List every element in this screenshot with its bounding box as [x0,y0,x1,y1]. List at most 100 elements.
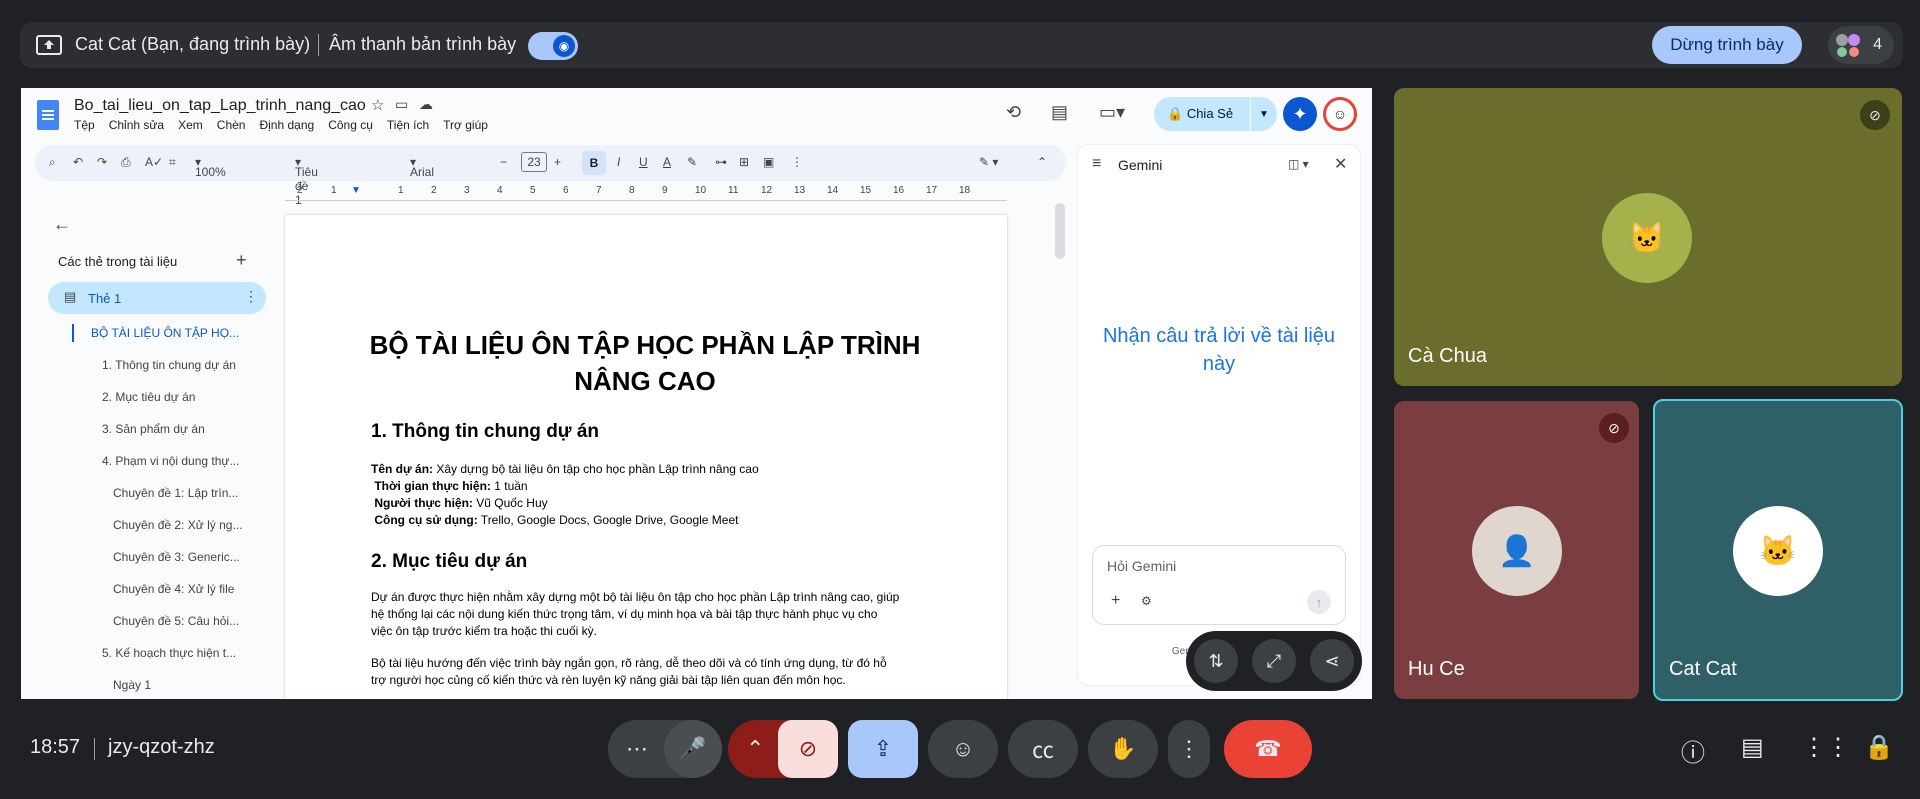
font-select[interactable]: Arial ▾ [410,155,434,179]
outline-item[interactable]: 3. Sản phẩm dự án [102,422,205,436]
add-tab-icon[interactable]: + [236,250,247,271]
highlight-icon[interactable]: ✎ [687,155,697,169]
gemini-prompt-suggestion[interactable]: Nhận câu trả lời về tài liệu này [1088,322,1350,378]
camera-options-icon[interactable]: ⌃ [746,736,764,762]
outline-item[interactable]: 5. Kế hoạch thực hiện t... [102,646,236,660]
present-screen-icon[interactable]: ⇪ [848,720,918,778]
captions-icon[interactable]: ㏄ [1008,720,1078,778]
menu-tools[interactable]: Công cụ [328,118,373,132]
insert-image-icon[interactable]: ▣ [763,155,774,169]
menu-insert[interactable]: Chèn [217,118,246,132]
history-icon[interactable]: ⟲ [1006,102,1021,123]
gemini-star-icon[interactable]: ✦ [1283,97,1317,131]
outline-item[interactable]: 1. Thông tin chung dự án [102,358,236,372]
undo-icon[interactable]: ↶ [73,155,83,169]
gemini-input-placeholder: Hỏi Gemini [1107,558,1177,574]
outline-item[interactable]: Chuyên đề 5: Câu hỏi... [113,614,239,628]
comments-icon[interactable]: ▤ [1051,102,1068,123]
font-size-decrease[interactable]: − [500,155,507,169]
hamburger-menu-icon[interactable]: ≡ [1092,155,1101,173]
presented-document: Bo_tai_lieu_on_tap_Lap_trinh_nang_cao ☆ … [21,88,1372,699]
document-scrollbar[interactable] [1055,203,1065,259]
spellcheck-icon[interactable]: A✓ [145,155,163,169]
bold-button[interactable]: B [582,151,606,175]
zoom-select[interactable]: 100% ▾ [195,155,226,179]
ruler-indent-marker[interactable]: ▼ [351,185,361,196]
host-controls-icon[interactable]: 🔒 [1864,733,1894,762]
underline-button[interactable]: U [639,155,648,169]
document-page[interactable]: BỘ TÀI LIỆU ÔN TẬP HỌC PHẦN LẬP TRÌNH NÂ… [285,215,1007,699]
outline-item[interactable]: Ngày 1 [113,678,151,692]
redo-icon[interactable]: ↷ [97,155,107,169]
audio-options-icon[interactable]: ⋯ [626,736,648,762]
more-options-icon[interactable]: ⋮ [1168,720,1210,778]
font-size-input[interactable]: 23 [521,152,547,172]
swap-icon[interactable]: ⇅ [1194,639,1238,683]
text-color-icon[interactable]: A [663,155,671,169]
editing-mode-icon[interactable]: ✎ ▾ [979,155,998,169]
fullscreen-icon[interactable]: ⤢ [1252,639,1296,683]
search-menus-icon[interactable]: ⌕ [49,155,56,170]
menu-file[interactable]: Tệp [74,118,95,132]
raise-hand-icon[interactable]: ✋ [1088,720,1158,778]
emoji-icon[interactable]: ☺ [928,720,998,778]
tab-more-icon[interactable]: ⋮ [244,288,258,305]
panel-layout-icon[interactable]: ◫ ▾ [1288,157,1309,171]
add-comment-icon[interactable]: ⊞ [739,155,749,169]
send-icon[interactable]: ↑ [1307,590,1331,614]
menu-help[interactable]: Trợ giúp [443,118,488,132]
document-title[interactable]: Bo_tai_lieu_on_tap_Lap_trinh_nang_cao [74,97,366,115]
ruler-tick: 11 [728,185,739,196]
more-options-icon[interactable]: ⋮ [791,155,803,169]
activities-icon[interactable]: ⋮⋮ [1802,733,1850,762]
info-icon[interactable]: ⓘ [1681,733,1705,768]
outline-item[interactable]: Chuyên đề 4: Xử lý file [113,582,234,596]
outline-item[interactable]: Chuyên đề 1: Lập trìn... [113,486,238,500]
leave-call-icon[interactable]: ☎ [1224,720,1312,778]
move-folder-icon[interactable]: ▭ [395,96,408,113]
italic-button[interactable]: I [617,155,620,169]
back-arrow-icon[interactable]: ← [53,214,71,235]
font-size-increase[interactable]: + [554,155,561,169]
add-icon[interactable]: + [1111,592,1120,610]
menu-extensions[interactable]: Tiện ích [387,118,429,132]
camera-off-icon[interactable]: ⊘ [778,720,838,778]
participants-button[interactable]: 4 [1828,26,1894,64]
menu-view[interactable]: Xem [178,118,203,132]
account-avatar[interactable]: ☺ [1323,97,1357,131]
tab-1[interactable]: ▤ Thẻ 1 ⋮ [48,282,266,314]
gemini-input[interactable]: Hỏi Gemini + ⚙ ↑ [1092,545,1346,625]
share-icon[interactable]: ⋖ [1310,639,1354,683]
presentation-audio-toggle[interactable]: ◉ [528,32,578,60]
participant-tile[interactable]: ⊘ 🐱 Cà Chua [1394,88,1902,386]
style-select[interactable]: Tiêu đề 1 ▾ [295,155,318,207]
star-icon[interactable]: ☆ [371,96,384,114]
outline-item[interactable]: 4. Phạm vi nội dung thự... [102,454,239,468]
share-button[interactable]: 🔒 Chia Sẻ ▼ [1154,97,1277,131]
camera-controls: ⌃ ⊘ [728,720,838,778]
participant-tile[interactable]: ⊘ 👤 Hu Ce [1394,401,1639,699]
ruler-tick: 6 [563,185,569,196]
participant-tile-self[interactable]: 🐱 Cat Cat [1653,399,1903,701]
cloud-saved-icon[interactable]: ☁ [419,96,433,113]
insert-link-icon[interactable]: ⊶ [715,155,727,169]
menu-edit[interactable]: Chỉnh sửa [109,118,164,132]
presentation-audio-label: Âm thanh bản trình bày [329,34,517,54]
close-icon[interactable]: ✕ [1334,154,1347,174]
stop-presenting-button[interactable]: Dừng trình bày [1652,26,1802,64]
outline-item[interactable]: Chuyên đề 2: Xử lý ng... [113,518,242,532]
share-dropdown-icon[interactable]: ▼ [1250,97,1277,131]
outline-item[interactable]: 2. Mục tiêu dự án [102,390,195,404]
collapse-menus-icon[interactable]: ⌃ [1037,155,1047,169]
microphone-icon[interactable]: 🎤 [664,720,722,778]
audio-controls: ⋯ 🎤 [608,720,722,778]
tune-icon[interactable]: ⚙ [1141,594,1152,608]
meet-video-icon[interactable]: ▭▾ [1099,102,1125,123]
print-icon[interactable]: ⎙ [121,155,131,170]
chat-icon[interactable]: ▤ [1741,733,1764,762]
ruler-tick: 10 [695,185,707,196]
paint-format-icon[interactable]: ⌗ [169,155,176,170]
outline-item[interactable]: BỘ TÀI LIỆU ÔN TẬP HỌ... [91,326,239,340]
menu-format[interactable]: Định dạng [259,118,314,132]
outline-item[interactable]: Chuyên đề 3: Generic... [113,550,240,564]
